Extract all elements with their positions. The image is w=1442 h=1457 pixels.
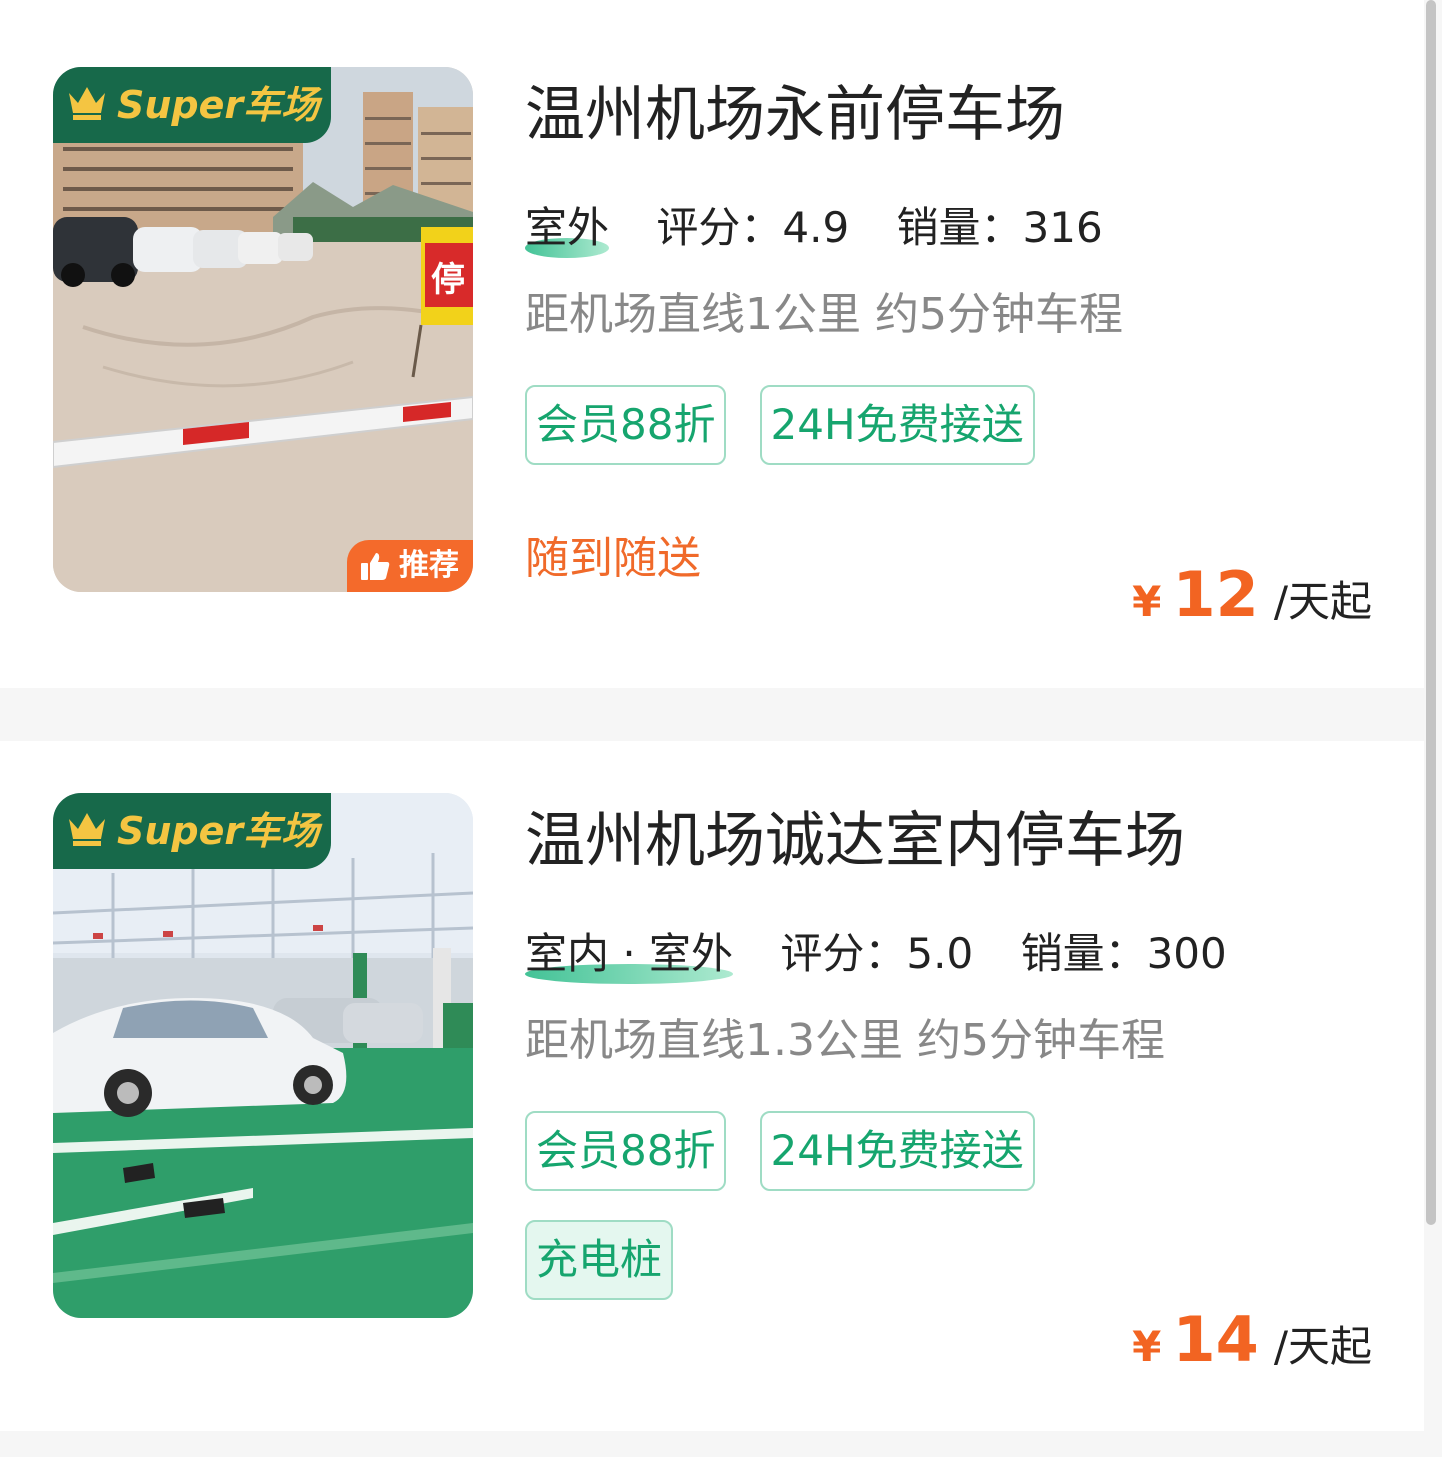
parking-lot-card[interactable]: 停 Super车场 推荐 温州机场永前停车场 室外 评分：4.9 销量：316 … [0, 0, 1424, 688]
super-lot-badge: Super车场 [53, 67, 331, 143]
super-lot-badge: Super车场 [53, 793, 331, 869]
lot-sales: 销量：316 [896, 203, 1103, 252]
crown-icon [69, 87, 105, 120]
price-symbol: ¥ [1132, 1322, 1162, 1371]
parking-lot-meta: 室内 · 室外 评分：5.0 销量：300 [525, 926, 1261, 984]
thumbs-up-icon [361, 553, 390, 580]
lot-extra-tags: 充电桩 [525, 1220, 701, 1300]
lot-sales: 销量：300 [1020, 929, 1227, 978]
lot-type: 室外 [525, 200, 610, 258]
tag-member-discount: 会员88折 [525, 385, 727, 465]
parking-lot-name[interactable]: 温州机场永前停车场 [525, 75, 1065, 155]
parking-lot-photo[interactable]: Super车场 [53, 793, 473, 1318]
tag-free-shuttle: 24H免费接送 [759, 385, 1035, 465]
indoor-lot-image [53, 793, 473, 1318]
parking-lot-card[interactable]: Super车场 温州机场诚达室内停车场 室内 · 室外 评分：5.0 销量：30… [0, 741, 1424, 1431]
lot-type: 室内 · 室外 [525, 926, 734, 984]
super-badge-label: Super车场 [117, 809, 320, 853]
recommend-badge: 推荐 [347, 540, 473, 592]
parking-lot-photo[interactable]: 停 Super车场 推荐 [53, 67, 473, 592]
super-badge-label: Super车场 [117, 83, 320, 127]
scrollbar[interactable] [1426, 0, 1436, 1225]
svg-text:停: 停 [431, 260, 465, 300]
price-unit: /天起 [1273, 1322, 1372, 1371]
lot-tags: 会员88折 24H免费接送 [525, 1111, 1063, 1191]
tag-member-discount: 会员88折 [525, 1111, 727, 1191]
outdoor-lot-image: 停 [53, 67, 473, 592]
lot-tags: 会员88折 24H免费接送 [525, 385, 1063, 465]
lot-distance: 距机场直线1.3公里 约5分钟车程 [525, 1015, 1165, 1066]
price-amount: 14 [1172, 1303, 1259, 1376]
lot-price: ¥ 14 /天起 [1132, 1303, 1372, 1376]
lot-distance: 距机场直线1公里 约5分钟车程 [525, 289, 1123, 340]
crown-icon [69, 813, 105, 846]
lot-promo: 随到随送 [525, 533, 701, 584]
recommend-badge-label: 推荐 [399, 548, 459, 583]
price-unit: /天起 [1273, 577, 1372, 626]
tag-free-shuttle: 24H免费接送 [759, 1111, 1035, 1191]
price-symbol: ¥ [1132, 577, 1162, 626]
lot-rating: 评分：5.0 [780, 929, 974, 978]
price-amount: 12 [1172, 558, 1259, 631]
tag-charging-pile: 充电桩 [525, 1220, 674, 1300]
parking-lot-meta: 室外 评分：4.9 销量：316 [525, 200, 1137, 258]
parking-lot-name[interactable]: 温州机场诚达室内停车场 [525, 801, 1185, 881]
lot-rating: 评分：4.9 [656, 203, 850, 252]
lot-price: ¥ 12 /天起 [1132, 558, 1372, 631]
